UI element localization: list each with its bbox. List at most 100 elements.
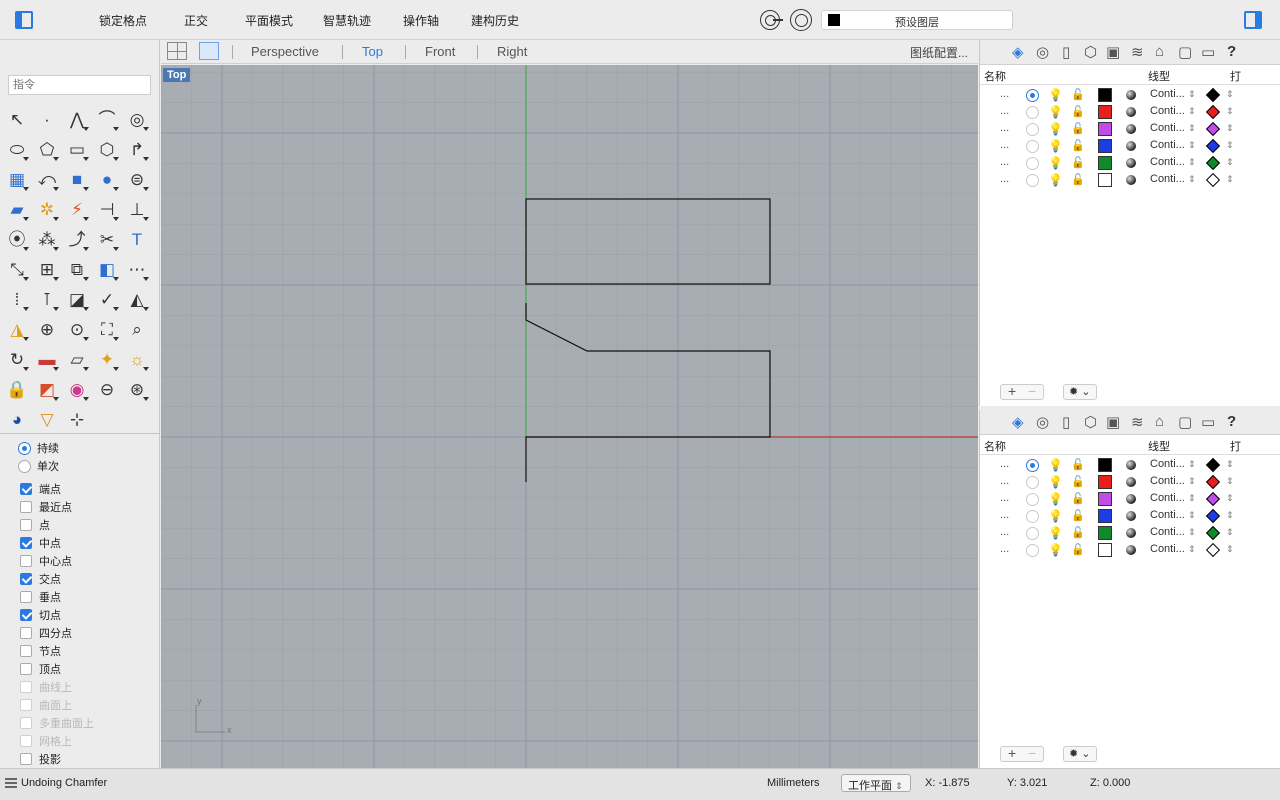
material-sphere-icon[interactable] (1126, 90, 1136, 100)
dimension-tool-icon[interactable]: ⊣ (94, 196, 120, 222)
layer-row[interactable]: ... 💡 🔓 Conti... ⇕ ⇕ (980, 138, 1280, 155)
checkbox[interactable] (20, 645, 32, 657)
material-sphere-icon[interactable] (1126, 124, 1136, 134)
snap-mode-radio-1[interactable]: 单次 (18, 458, 59, 474)
display-icon[interactable]: ◎ (1036, 413, 1049, 431)
print-color-stepper-icon[interactable]: ⇕ (1226, 510, 1234, 521)
linetype-stepper-icon[interactable]: ⇕ (1188, 493, 1196, 504)
print-color-stepper-icon[interactable]: ⇕ (1226, 123, 1234, 134)
layers-icon[interactable]: ◈ (1012, 413, 1024, 431)
print-color-diamond[interactable] (1205, 172, 1221, 188)
current-layer-radio[interactable] (1026, 459, 1039, 472)
print-color-diamond[interactable] (1205, 138, 1221, 154)
current-layer-radio[interactable] (1026, 106, 1039, 119)
cplane-select[interactable]: 工作平面 ⇕ (841, 774, 911, 792)
osnap-icon[interactable] (760, 10, 783, 30)
grid-array-tool-icon[interactable]: ⁞ (4, 286, 30, 312)
four-viewports-icon[interactable] (167, 42, 187, 60)
checkbox[interactable] (20, 501, 32, 513)
print-color-diamond[interactable] (1205, 155, 1221, 171)
polygon-tool-icon[interactable]: ⬠ (34, 136, 60, 162)
material-sphere-icon[interactable] (1126, 477, 1136, 487)
curve-tools-tool-icon[interactable]: ⤴ (64, 226, 90, 252)
print-color-diamond[interactable] (1205, 542, 1221, 558)
current-layer-radio[interactable] (1026, 493, 1039, 506)
layer-row[interactable]: ... 💡 🔓 Conti... ⇕ ⇕ (980, 121, 1280, 138)
zoom-window-tool-icon[interactable]: ⊙ (64, 316, 90, 342)
grid-snap-toggle[interactable]: 锁定格点 (99, 12, 147, 29)
linetype-value[interactable]: Conti... (1150, 458, 1185, 470)
material-sphere-icon[interactable] (1126, 528, 1136, 538)
transform-tool-icon[interactable]: ⤡ (4, 256, 30, 282)
current-layer-radio[interactable] (1026, 476, 1039, 489)
surface-tool-icon[interactable]: ▦ (4, 166, 30, 192)
linetype-value[interactable]: Conti... (1150, 509, 1185, 521)
single-viewport-icon[interactable] (199, 42, 219, 60)
lock-icon[interactable]: 🔓 (1071, 156, 1085, 169)
print-color-diamond[interactable] (1205, 457, 1221, 473)
lasso-tool-icon[interactable]: ◪ (64, 286, 90, 312)
print-color-diamond[interactable] (1205, 491, 1221, 507)
osnap-option-10[interactable]: 顶点 (20, 661, 61, 677)
checkbox[interactable] (20, 519, 32, 531)
lock-tool-icon[interactable]: 🔒 (4, 376, 30, 402)
units-label[interactable]: Millimeters (767, 777, 820, 789)
zoom-target-tool-icon[interactable]: ⌕ (124, 316, 150, 342)
print-color-stepper-icon[interactable]: ⇕ (1226, 89, 1234, 100)
print-color-stepper-icon[interactable]: ⇕ (1226, 157, 1234, 168)
layer-state-icon[interactable]: ⌂ (1155, 43, 1164, 60)
history-toggle[interactable]: 建构历史 (471, 12, 519, 29)
snap-mode-radio-0[interactable]: 持续 (18, 440, 59, 456)
linetype-stepper-icon[interactable]: ⇕ (1188, 89, 1196, 100)
explode-tool-icon[interactable]: ✲ (34, 196, 60, 222)
checkbox[interactable] (20, 555, 32, 567)
viewport-name-label[interactable]: Top (163, 68, 191, 82)
checkbox[interactable] (20, 591, 32, 603)
osnap-option-1[interactable]: 最近点 (20, 499, 72, 515)
layer-color-swatch[interactable] (1098, 458, 1112, 472)
print-color-stepper-icon[interactable]: ⇕ (1226, 140, 1234, 151)
current-layer-radio[interactable] (1026, 527, 1039, 540)
radio-button[interactable] (18, 441, 31, 455)
layer-color-swatch[interactable] (1098, 492, 1112, 506)
osnap-option-2[interactable]: 点 (20, 517, 50, 533)
linetype-stepper-icon[interactable]: ⇕ (1188, 123, 1196, 134)
linetype-stepper-icon[interactable]: ⇕ (1188, 140, 1196, 151)
print-color-diamond[interactable] (1205, 508, 1221, 524)
layer-row[interactable]: ... 💡 🔓 Conti... ⇕ ⇕ (980, 87, 1280, 104)
lock-icon[interactable]: 🔓 (1071, 173, 1085, 186)
linetype-value[interactable]: Conti... (1150, 139, 1185, 151)
viewport-canvas[interactable]: y x (161, 65, 978, 768)
rotate-view-tool-icon[interactable]: ↻ (4, 346, 30, 372)
mesh-tool-icon[interactable]: ⋯ (124, 256, 150, 282)
osnap-option-8[interactable]: 四分点 (20, 625, 72, 641)
planar-mode-toggle[interactable]: 平面模式 (245, 12, 293, 29)
visibility-bulb-icon[interactable]: 💡 (1048, 492, 1063, 506)
blend-tool-icon[interactable]: ⦿ (4, 226, 30, 252)
linetype-value[interactable]: Conti... (1150, 543, 1185, 555)
visibility-bulb-icon[interactable]: 💡 (1048, 156, 1063, 170)
material-sphere-icon[interactable] (1126, 107, 1136, 117)
tab-top[interactable]: Top (362, 44, 383, 59)
layer-row[interactable]: ... 💡 🔓 Conti... ⇕ ⇕ (980, 104, 1280, 121)
checkbox[interactable] (20, 609, 32, 621)
align-tool-icon[interactable]: ⊥ (124, 196, 150, 222)
visibility-bulb-icon[interactable]: 💡 (1048, 526, 1063, 540)
light-tool-icon[interactable]: ☼ (124, 346, 150, 372)
linetype-value[interactable]: Conti... (1150, 492, 1185, 504)
render-tools-tool-icon[interactable]: ◮ (4, 316, 30, 342)
help-icon[interactable]: ? (1227, 413, 1236, 430)
layer-row[interactable]: ... 💡 🔓 Conti... ⇕ ⇕ (980, 525, 1280, 542)
checkbox[interactable] (20, 753, 32, 765)
visibility-bulb-icon[interactable]: 💡 (1048, 105, 1063, 119)
visibility-bulb-icon[interactable]: 💡 (1048, 458, 1063, 472)
layer-color-swatch[interactable] (1098, 139, 1112, 153)
curve-tool-icon[interactable]: ⌒ (94, 106, 120, 132)
print-color-stepper-icon[interactable]: ⇕ (1226, 106, 1234, 117)
print-color-diamond[interactable] (1205, 525, 1221, 541)
environment-tool-icon[interactable]: ◕ (4, 406, 30, 432)
print-color-stepper-icon[interactable]: ⇕ (1226, 527, 1234, 538)
print-color-stepper-icon[interactable]: ⇕ (1226, 459, 1234, 470)
checkbox[interactable] (20, 627, 32, 639)
gumball-toggle[interactable]: 操作轴 (403, 12, 439, 29)
